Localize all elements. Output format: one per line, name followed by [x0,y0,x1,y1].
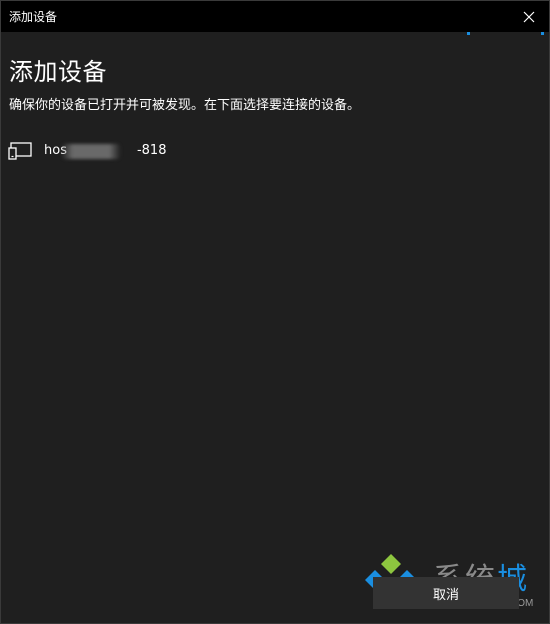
title-bar: 添加设备 [1,1,549,32]
close-icon [523,11,535,23]
progress-dot [467,32,470,35]
instructions-text: 确保你的设备已打开并可被发现。在下面选择要连接的设备。 [9,98,361,113]
cancel-button[interactable]: 取消 [373,577,519,609]
device-list-item[interactable]: hos -818 [5,134,425,166]
add-device-window: 添加设备 添加设备 确保你的设备已打开并可被发现。在下面选择要连接的设备。 ho… [0,0,550,624]
close-button[interactable] [517,5,541,29]
window-title: 添加设备 [9,10,58,24]
redaction-blur [61,143,121,159]
searching-progress [1,32,549,36]
device-name-suffix: -818 [136,142,167,158]
display-device-icon [5,137,37,163]
page-title: 添加设备 [9,58,107,86]
device-name: hos -818 [44,142,167,159]
progress-dot [541,32,544,35]
